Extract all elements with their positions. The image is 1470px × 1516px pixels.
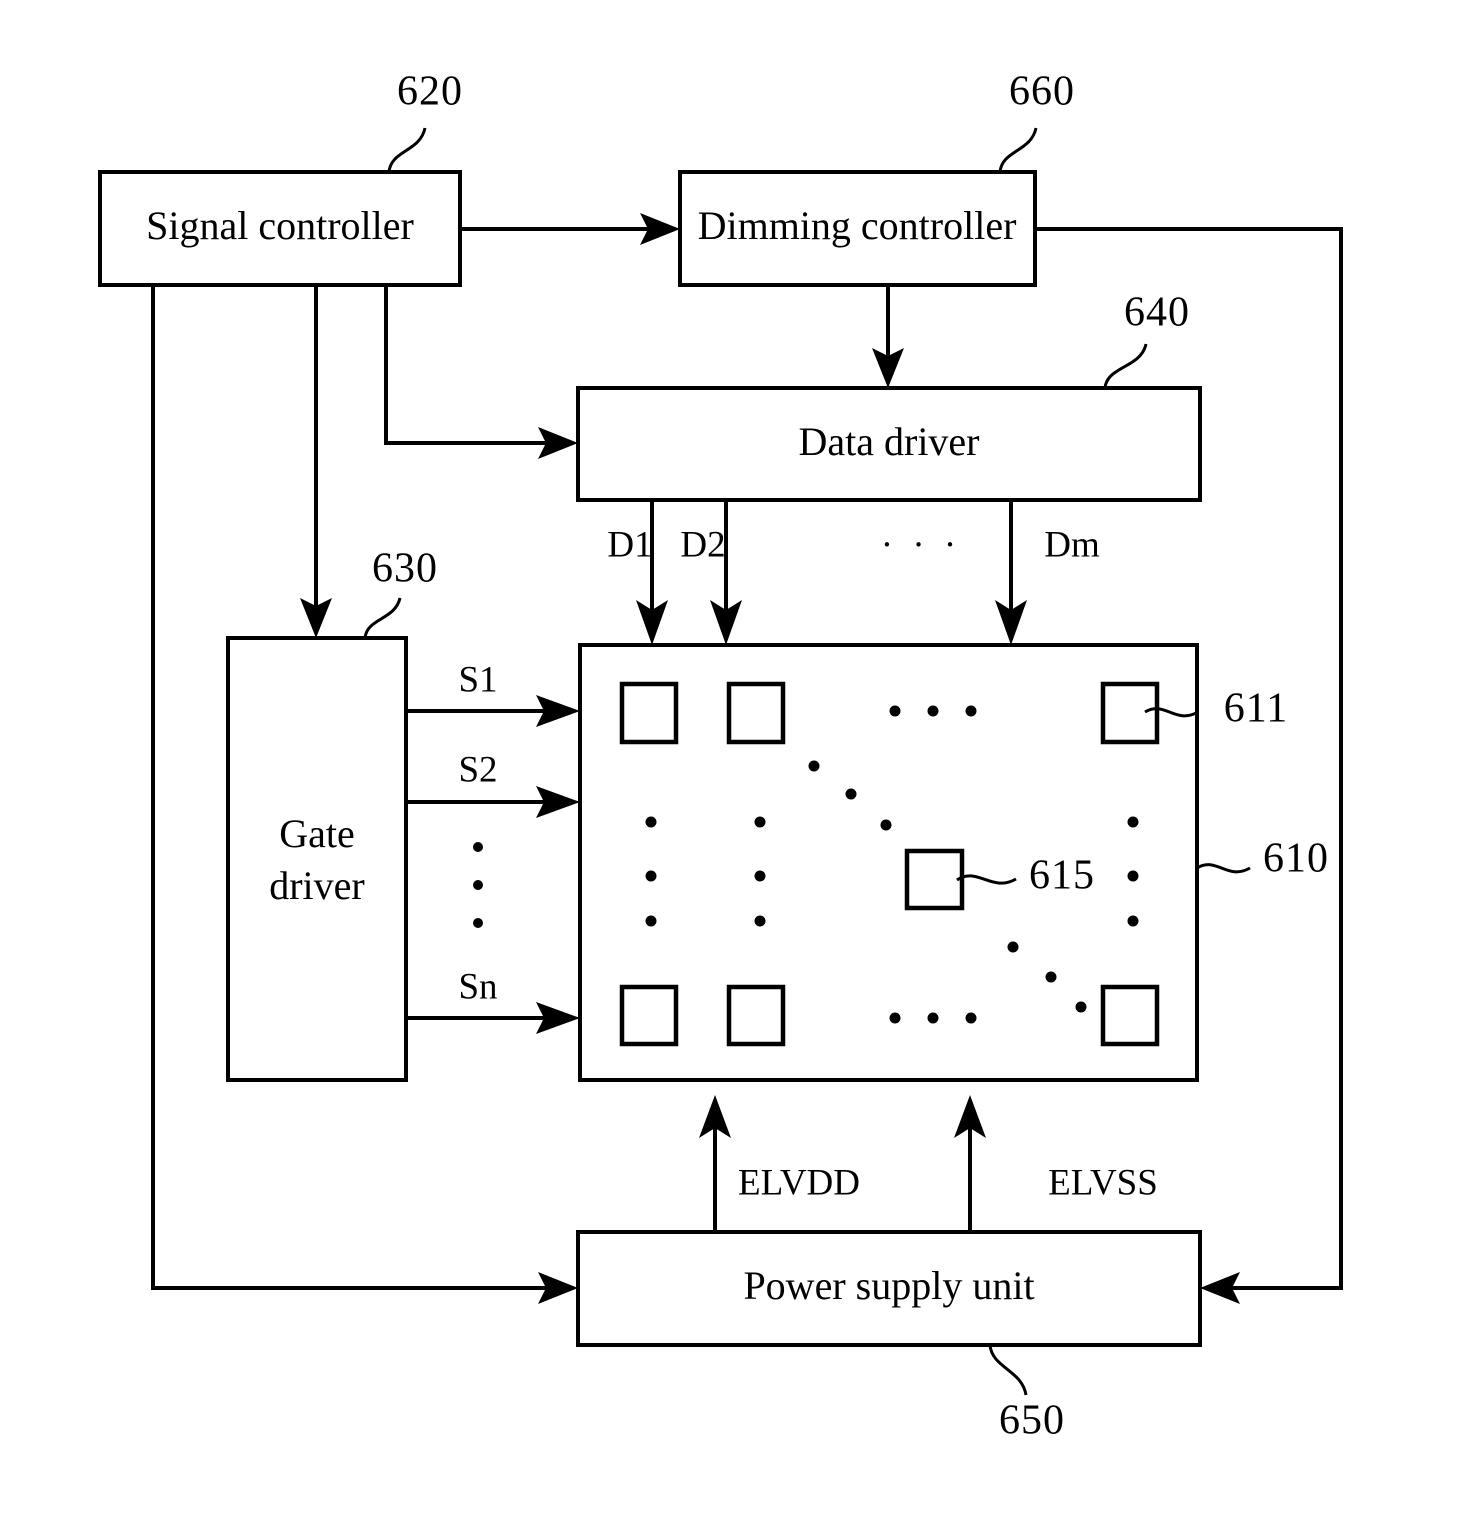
wire-dimming-to-data	[872, 285, 904, 388]
pixel-cell-r1cm[interactable]	[1100, 681, 1160, 745]
gate-driver-label-line1: Gate	[279, 811, 355, 856]
pixel-cell-rn-c2[interactable]	[726, 984, 786, 1047]
ref-number-630: 630	[372, 546, 438, 592]
data-line-label-d1: D1	[607, 524, 652, 565]
gate-line-label-s2: S2	[458, 749, 497, 790]
pixel-cell-rn-c1[interactable]	[619, 984, 679, 1047]
wire-data-d1	[636, 500, 668, 645]
wire-data-dm	[995, 500, 1027, 645]
wire-elvss	[954, 1095, 986, 1232]
power-supply-label: Power supply unit	[743, 1263, 1034, 1308]
power-line-label-elvss: ELVSS	[1048, 1162, 1158, 1203]
pixel-cell-rn-cm[interactable]	[1100, 984, 1160, 1047]
ref-leader-610	[1196, 863, 1251, 874]
wire-gate-s2	[406, 786, 580, 818]
wire-data-d2	[710, 500, 742, 645]
ref-number-615: 615	[1029, 853, 1095, 899]
wire-signal-to-dimming	[460, 213, 680, 245]
ref-leader-660	[998, 127, 1038, 173]
wire-elvdd	[699, 1095, 731, 1232]
signal-controller-label: Signal controller	[146, 203, 414, 248]
ref-number-611: 611	[1224, 686, 1288, 732]
ref-leader-640	[1103, 343, 1148, 389]
gate-line-label-s1: S1	[458, 659, 497, 700]
data-line-ellipsis: · · ·	[881, 524, 961, 565]
ref-leader-630	[363, 597, 402, 639]
ref-number-620: 620	[397, 69, 463, 115]
ref-number-660: 660	[1009, 69, 1075, 115]
pixel-cell-center[interactable]	[904, 848, 965, 911]
ref-leader-650	[988, 1344, 1028, 1396]
pixel-cell-r1c2[interactable]	[726, 681, 786, 745]
ref-leader-620	[387, 127, 427, 173]
data-line-label-d2: D2	[680, 524, 725, 565]
gate-driver-label-line2: driver	[269, 863, 365, 908]
gate-line-label-sn: Sn	[458, 966, 497, 1007]
gate-driver-box[interactable]	[226, 636, 408, 1082]
ref-number-640: 640	[1124, 290, 1190, 336]
wire-signal-to-gate	[300, 285, 332, 638]
dimming-controller-label: Dimming controller	[698, 203, 1017, 248]
data-line-label-dm: Dm	[1044, 524, 1100, 565]
ref-number-650: 650	[999, 1398, 1065, 1444]
wire-signal-to-data	[384, 285, 578, 459]
ref-number-610: 610	[1263, 836, 1329, 882]
data-driver-label: Data driver	[798, 419, 979, 464]
gate-line-dots	[473, 842, 483, 928]
pixel-cell-r1c1[interactable]	[619, 681, 679, 745]
block-diagram: Signal controller Dimming controller Dat…	[98, 69, 1343, 1444]
power-line-label-elvdd: ELVDD	[738, 1162, 860, 1203]
figure-canvas: Signal controller Dimming controller Dat…	[0, 0, 1470, 1516]
